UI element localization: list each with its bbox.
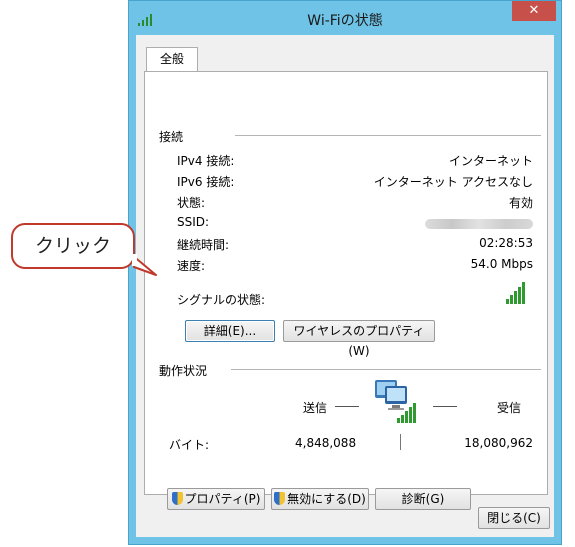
tab-general[interactable]: 全般 <box>146 47 198 71</box>
shield-icon <box>171 492 183 505</box>
close-window-button[interactable]: ✕ <box>512 1 556 21</box>
shield-icon <box>274 492 286 505</box>
state-value: 有効 <box>508 196 533 210</box>
ipv6-label: IPv6 接続: <box>177 175 235 189</box>
disable-button[interactable]: 無効にする(D) <box>271 488 369 510</box>
ssid-label: SSID: <box>177 215 210 229</box>
window-title: Wi-Fiの状態 <box>307 13 383 29</box>
bytes-label: バイト: <box>169 438 210 452</box>
close-icon: ✕ <box>528 3 540 18</box>
duration-value: 02:28:53 <box>479 236 533 250</box>
ipv4-label: IPv4 接続: <box>177 154 235 168</box>
activity-heading: 動作状況 <box>159 364 208 378</box>
connection-heading: 接続 <box>159 130 184 144</box>
wifi-status-window: Wi-Fiの状態 ✕ 全般 接続 IPv4 接続: インターネット IPv6 接… <box>128 0 562 545</box>
received-line <box>433 406 457 407</box>
ipv6-value: インターネット アクセスなし <box>373 175 533 189</box>
speed-value: 54.0 Mbps <box>470 257 533 271</box>
state-label: 状態: <box>177 196 206 210</box>
activity-divider <box>231 369 541 370</box>
signal-label: シグナルの状態: <box>177 293 266 307</box>
title-bar[interactable]: Wi-Fiの状態 ✕ <box>129 1 561 35</box>
diagnose-button[interactable]: 診断(G) <box>375 488 471 510</box>
network-computer-icon <box>371 378 417 424</box>
wireless-properties-button[interactable]: ワイヤレスのプロパティ(W) <box>283 320 435 358</box>
bytes-sent-value: 4,848,088 <box>295 436 357 450</box>
speed-label: 速度: <box>177 259 206 273</box>
details-button[interactable]: 詳細(E)... <box>185 320 275 342</box>
sent-line <box>335 406 359 407</box>
connection-divider <box>235 135 541 136</box>
sent-label: 送信 <box>303 401 328 415</box>
click-callout: クリック <box>11 223 135 269</box>
callout-pointer <box>132 254 157 276</box>
general-panel: 接続 IPv4 接続: インターネット IPv6 接続: インターネット アクセ… <box>144 71 548 510</box>
received-label: 受信 <box>497 401 522 415</box>
properties-button-label: プロパティ(P) <box>184 492 261 506</box>
close-button[interactable]: 閉じる(C) <box>478 507 550 529</box>
ipv4-value: インターネット <box>448 154 533 168</box>
bytes-separator <box>400 434 401 450</box>
disable-button-label: 無効にする(D) <box>287 492 366 506</box>
properties-button[interactable]: プロパティ(P) <box>167 488 265 510</box>
bytes-received-value: 18,080,962 <box>464 436 533 450</box>
signal-strength-icon <box>506 282 528 304</box>
dialog-client: 全般 接続 IPv4 接続: インターネット IPv6 接続: インターネット … <box>136 35 554 537</box>
ssid-value-blurred <box>425 219 533 229</box>
duration-label: 継続時間: <box>177 238 230 252</box>
